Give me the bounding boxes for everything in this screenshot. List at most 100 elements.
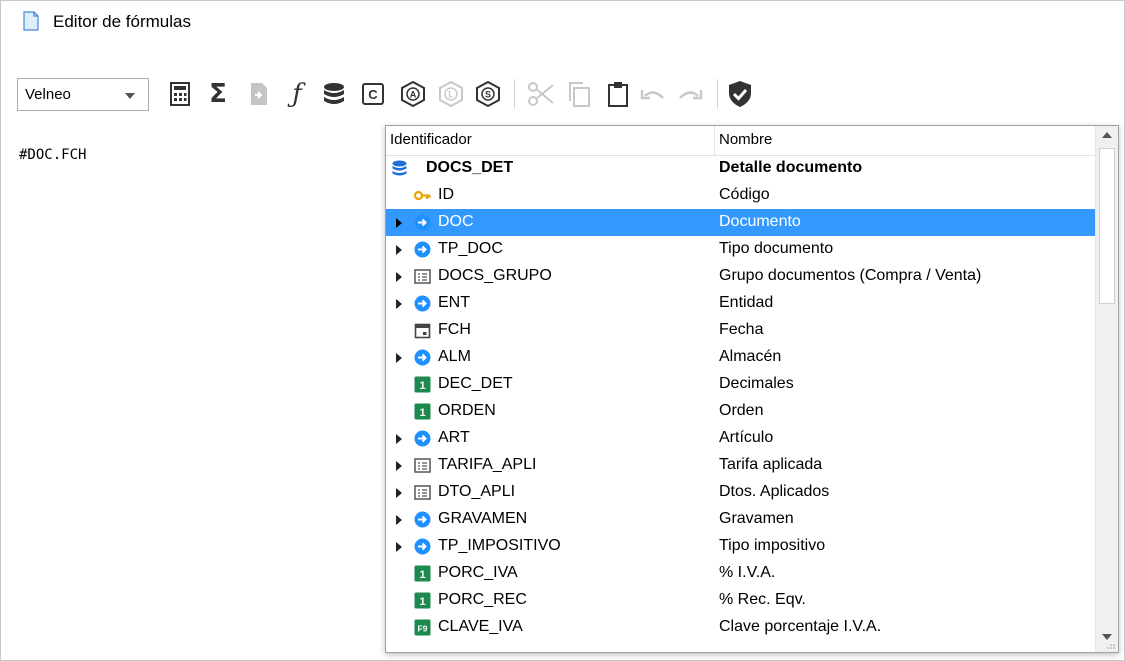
field-completion-popup: Identificador Nombre DOCS_DET Detalle doc… <box>385 125 1119 653</box>
resize-grip-icon[interactable] <box>1106 642 1116 650</box>
field-name: Gravamen <box>719 510 794 527</box>
field-row-tp-impositivo[interactable]: TP_IMPOSITIVO Tipo impositivo <box>386 533 1096 560</box>
paste-button[interactable] <box>601 77 635 111</box>
field-identifier: FCH <box>438 321 471 338</box>
field-identifier: TP_DOC <box>438 240 503 257</box>
fields-button[interactable] <box>317 77 351 111</box>
vertical-scrollbar[interactable] <box>1095 126 1118 652</box>
field-row-dec-det[interactable]: 1 DEC_DET Decimales <box>386 371 1096 398</box>
field-row-ent[interactable]: ENT Entidad <box>386 290 1096 317</box>
svg-text:1: 1 <box>419 407 425 419</box>
expand-arrow-icon[interactable] <box>396 515 402 525</box>
function-button[interactable]: ƒ <box>280 77 314 111</box>
chevron-down-icon <box>125 93 135 99</box>
svg-text:1: 1 <box>419 569 425 581</box>
field-identifier: ART <box>438 429 470 446</box>
field-name: Entidad <box>719 294 774 311</box>
list-icon <box>414 484 431 501</box>
column-header-identificador[interactable]: Identificador <box>386 126 715 155</box>
expand-arrow-icon[interactable] <box>396 461 402 471</box>
label-button[interactable]: L <box>434 77 468 111</box>
scroll-down-icon[interactable] <box>1102 634 1112 640</box>
system-button[interactable]: S <box>471 77 505 111</box>
field-name: Detalle documento <box>719 159 863 176</box>
language-combo[interactable]: Velneo <box>17 78 149 111</box>
field-row-porc-rec[interactable]: 1 PORC_REC % Rec. Eqv. <box>386 587 1096 614</box>
verify-button[interactable] <box>723 77 757 111</box>
expand-arrow-icon[interactable] <box>396 218 402 228</box>
field-name: Grupo documentos (Compra / Venta) <box>719 267 982 284</box>
constant-button[interactable]: C <box>356 77 390 111</box>
scrollbar-thumb[interactable] <box>1099 148 1115 304</box>
field-row-tarifa-apli[interactable]: TARIFA_APLI Tarifa aplicada <box>386 452 1096 479</box>
field-name: Orden <box>719 402 764 419</box>
field-name: Fecha <box>719 321 764 338</box>
field-name: Código <box>719 186 770 203</box>
toolbar-separator <box>717 79 718 109</box>
link-arrow-icon <box>414 295 431 312</box>
cut-button[interactable] <box>524 77 558 111</box>
field-name: Almacén <box>719 348 782 365</box>
svg-text:C: C <box>368 87 378 102</box>
svg-text:F9: F9 <box>418 624 428 634</box>
expand-arrow-icon[interactable] <box>396 245 402 255</box>
hexagon-l-icon: L <box>439 81 463 107</box>
redo-button[interactable] <box>673 77 707 111</box>
expand-arrow-icon[interactable] <box>396 353 402 363</box>
scroll-up-icon[interactable] <box>1102 132 1112 138</box>
field-identifier: DOCS_GRUPO <box>438 267 552 284</box>
field-row-dto-apli[interactable]: DTO_APLI Dtos. Aplicados <box>386 479 1096 506</box>
field-identifier: DOCS_DET <box>426 159 514 176</box>
language-combo-value: Velneo <box>25 86 71 103</box>
expand-arrow-icon[interactable] <box>396 272 402 282</box>
alias-button[interactable]: A <box>396 77 430 111</box>
field-row-id[interactable]: ID Código <box>386 182 1096 209</box>
svg-text:A: A <box>410 90 417 100</box>
expand-arrow-icon[interactable] <box>396 299 402 309</box>
copy-button[interactable] <box>562 77 596 111</box>
field-row-fch[interactable]: FCH Fecha <box>386 317 1096 344</box>
undo-button[interactable] <box>636 77 670 111</box>
link-arrow-icon <box>414 214 431 231</box>
field-row-art[interactable]: ART Artículo <box>386 425 1096 452</box>
svg-text:L: L <box>448 90 454 100</box>
svg-text:1: 1 <box>419 596 425 608</box>
cut-icon <box>528 82 554 106</box>
svg-text:S: S <box>485 90 491 100</box>
calculator-button[interactable] <box>163 77 197 111</box>
shield-check-icon <box>729 81 751 107</box>
field-row-porc-iva[interactable]: 1 PORC_IVA % I.V.A. <box>386 560 1096 587</box>
field-identifier: ID <box>438 186 454 203</box>
toolbar-separator <box>514 79 515 109</box>
link-arrow-icon <box>414 430 431 447</box>
field-row-alm[interactable]: ALM Almacén <box>386 344 1096 371</box>
svg-text:1: 1 <box>419 380 425 392</box>
key-icon <box>413 187 431 204</box>
field-row-tp-doc[interactable]: TP_DOC Tipo documento <box>386 236 1096 263</box>
expand-arrow-icon[interactable] <box>396 488 402 498</box>
window-title: Editor de fórmulas <box>53 12 191 31</box>
field-row-doc[interactable]: DOC Documento <box>386 209 1096 236</box>
link-arrow-icon <box>414 511 431 528</box>
field-identifier: ORDEN <box>438 402 496 419</box>
function-icon: ƒ <box>292 79 302 109</box>
field-row-clave-iva[interactable]: F9 CLAVE_IVA Clave porcentaje I.V.A. <box>386 614 1096 641</box>
expand-arrow-icon[interactable] <box>396 434 402 444</box>
insert-document-button[interactable] <box>242 77 276 111</box>
field-row-gravamen[interactable]: GRAVAMEN Gravamen <box>386 506 1096 533</box>
field-row-docs-grupo[interactable]: DOCS_GRUPO Grupo documentos (Compra / Ven… <box>386 263 1096 290</box>
field-identifier: PORC_IVA <box>438 564 518 581</box>
field-row-orden[interactable]: 1 ORDEN Orden <box>386 398 1096 425</box>
expand-arrow-icon[interactable] <box>396 542 402 552</box>
field-row-docs-det[interactable]: DOCS_DET Detalle documento <box>386 155 1096 182</box>
redo-icon <box>679 90 703 100</box>
field-name: Tipo impositivo <box>719 537 826 554</box>
field-identifier: TP_IMPOSITIVO <box>438 537 561 554</box>
field-identifier: TARIFA_APLI <box>438 456 537 473</box>
paste-icon <box>608 82 628 107</box>
numeric-field-icon: 1 <box>414 403 431 420</box>
list-icon <box>414 457 431 474</box>
undo-icon <box>640 90 664 100</box>
column-header-nombre[interactable]: Nombre <box>715 126 1096 155</box>
sum-button[interactable]: Σ <box>201 77 235 111</box>
